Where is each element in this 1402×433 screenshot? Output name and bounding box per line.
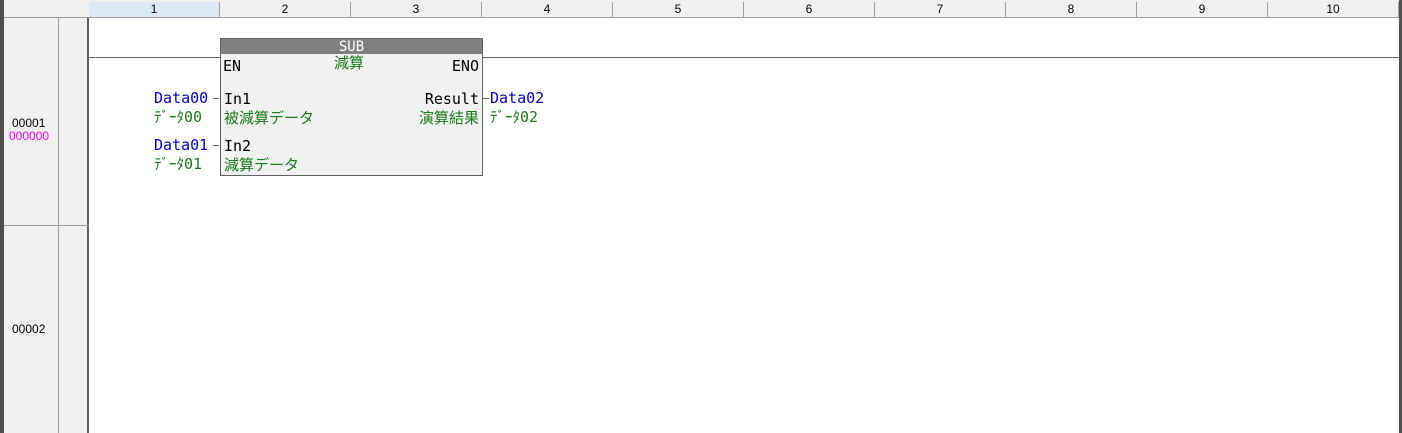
in2-variable-comment: ﾃﾞｰﾀ01 <box>154 155 203 173</box>
in2-connector <box>213 145 219 146</box>
result-pin-comment: 演算結果 <box>418 109 479 127</box>
in1-connector <box>213 98 219 99</box>
row-number-2[interactable]: 00002 <box>12 322 45 336</box>
in2-pin-comment: 減算データ <box>224 156 300 174</box>
out-variable-comment: ﾃﾞｰﾀ02 <box>490 108 539 126</box>
column-header-6[interactable]: 6 <box>744 2 875 17</box>
sub-function-block[interactable]: SUB 減算 EN ENO In1 被減算データ Result 演算結果 In2… <box>220 38 483 176</box>
out-connector <box>483 98 489 99</box>
en-pin-label: EN <box>223 57 242 75</box>
result-pin-label: Result <box>424 90 479 108</box>
in2-pin-label: In2 <box>224 137 252 155</box>
eno-pin-label: ENO <box>451 57 479 75</box>
column-header-bar: 1 2 3 4 5 6 7 8 9 10 <box>0 0 1402 18</box>
column-header-9[interactable]: 9 <box>1137 2 1268 17</box>
row-separator <box>0 225 89 226</box>
column-header-3[interactable]: 3 <box>351 2 482 17</box>
in2-variable[interactable]: Data01 <box>154 136 208 154</box>
column-header-4[interactable]: 4 <box>482 2 613 17</box>
column-header-5[interactable]: 5 <box>613 2 744 17</box>
column-header-1[interactable]: 1 <box>89 2 220 17</box>
column-header-10[interactable]: 10 <box>1268 2 1399 17</box>
window-left-edge <box>0 0 4 433</box>
in1-pin-label: In1 <box>224 90 252 108</box>
row-number-1[interactable]: 00001 <box>12 116 45 130</box>
block-title: SUB <box>221 39 482 54</box>
row-step-number-1: 000000 <box>9 129 50 143</box>
out-variable[interactable]: Data02 <box>490 89 544 107</box>
in1-variable-comment: ﾃﾞｰﾀ00 <box>154 108 203 126</box>
column-header-8[interactable]: 8 <box>1006 2 1137 17</box>
column-header-7[interactable]: 7 <box>875 2 1006 17</box>
in1-variable[interactable]: Data00 <box>154 89 208 107</box>
in1-pin-comment: 被減算データ <box>224 109 315 127</box>
column-header-2[interactable]: 2 <box>220 2 351 17</box>
block-comment: 減算 <box>334 54 365 72</box>
